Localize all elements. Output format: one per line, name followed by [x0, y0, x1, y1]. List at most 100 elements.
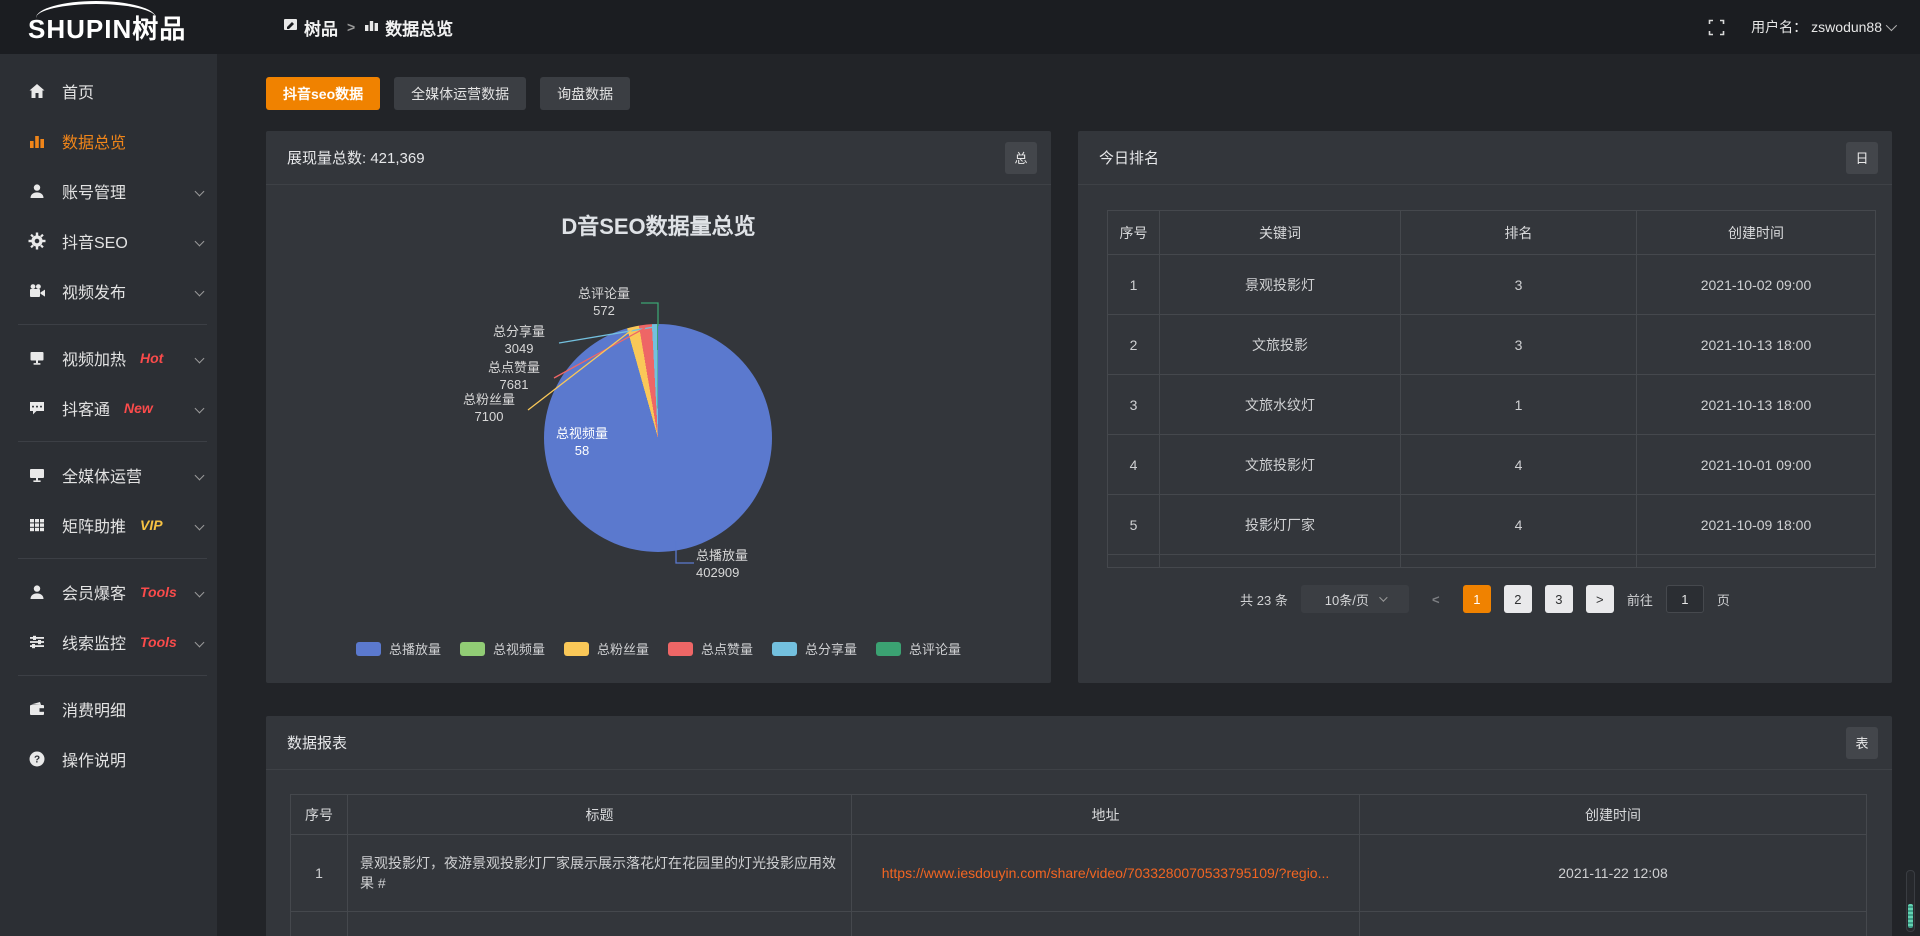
next-page-button[interactable]: >	[1586, 585, 1614, 613]
sidebar-item-media-ops[interactable]: 全媒体运营	[0, 450, 217, 500]
goto-label: 前往	[1627, 590, 1653, 609]
impressions-total: 展现量总数: 421,369	[287, 147, 425, 168]
bar-chart-icon	[27, 132, 47, 150]
fullscreen-icon[interactable]	[1708, 19, 1725, 36]
username-label: 用户名：	[1751, 17, 1807, 37]
tab-media-ops[interactable]: 全媒体运营数据	[394, 77, 526, 110]
chat-bubble-icon	[27, 399, 47, 417]
sidebar-item-account[interactable]: 账号管理	[0, 166, 217, 216]
scrollbar[interactable]	[1906, 870, 1915, 932]
video-title: 景观投影灯，夜游景观投影灯厂家展示展示落花灯在花园里的灯光投影应用效果 #	[348, 835, 852, 912]
col-header: 序号	[291, 795, 348, 835]
page-size-select[interactable]: 10条/页	[1301, 585, 1409, 613]
pie-label-videos: 总视频量58	[544, 425, 620, 459]
chevron-down-icon	[195, 286, 205, 296]
total-count: 共 23 条	[1240, 590, 1288, 609]
table-view-button[interactable]: 表	[1846, 727, 1878, 759]
pie-label-likes: 总点赞量7681	[476, 359, 552, 393]
username-value: zswodun88	[1811, 19, 1882, 35]
table-row[interactable]: 3文旅水纹灯12021-10-13 18:00	[1108, 375, 1876, 435]
prev-page-button[interactable]: <	[1422, 585, 1450, 613]
sidebar: 首页 数据总览 账号管理 抖音SEO 视频发布	[0, 54, 217, 936]
legend-item[interactable]: 总分享量	[772, 639, 857, 658]
badge-hot: Hot	[140, 350, 163, 366]
user-menu[interactable]: 用户名： zswodun88	[1751, 17, 1894, 37]
rank-card-title: 今日排名	[1099, 147, 1159, 168]
table-row[interactable]: 4文旅投影灯42021-10-01 09:00	[1108, 435, 1876, 495]
legend-item[interactable]: 总播放量	[356, 639, 441, 658]
today-rank-card: 今日排名 日 序号 关键词 排名 创建时间	[1078, 131, 1892, 683]
app-root: SHUPIN树品 树品 > 数据总览 用户名： zswodun88	[0, 0, 1920, 936]
pie-label-shares: 总分享量3049	[481, 323, 557, 357]
page-unit-label: 页	[1717, 590, 1730, 609]
chevron-down-icon	[195, 470, 205, 480]
col-header: 创建时间	[1637, 211, 1876, 255]
breadcrumb-root[interactable]: 树品	[283, 15, 338, 40]
shop-icon	[283, 17, 298, 37]
page-button-3[interactable]: 3	[1545, 585, 1573, 613]
video-link[interactable]: https://www.iesdouyin.com/share/video/70…	[862, 865, 1349, 881]
logo[interactable]: SHUPIN树品	[0, 9, 217, 46]
sidebar-item-video-publish[interactable]: 视频发布	[0, 266, 217, 316]
question-circle-icon: ?	[27, 750, 47, 768]
total-view-button[interactable]: 总	[1005, 142, 1037, 174]
day-view-button[interactable]: 日	[1846, 142, 1878, 174]
table-row[interactable]: 1景观投影灯32021-10-02 09:00	[1108, 255, 1876, 315]
topbar-right: 用户名： zswodun88	[1708, 17, 1920, 37]
table-row-empty	[1108, 555, 1876, 568]
report-table: 序号 标题 地址 创建时间 1 景观投影灯，夜游景观投影灯厂家展示展示落花灯在花…	[290, 794, 1867, 936]
monitor-icon	[27, 466, 47, 484]
main-content: 抖音seo数据 全媒体运营数据 询盘数据 展现量总数: 421,369 总 D音…	[217, 54, 1920, 936]
chevron-down-icon	[1886, 20, 1897, 31]
pagination: 共 23 条 10条/页 < 1 2 3 > 前往 页	[1078, 585, 1892, 613]
col-header: 关键词	[1160, 211, 1401, 255]
data-tabs: 抖音seo数据 全媒体运营数据 询盘数据	[266, 77, 1892, 110]
sidebar-item-help[interactable]: ? 操作说明	[0, 734, 217, 784]
tab-inquiry[interactable]: 询盘数据	[540, 77, 630, 110]
tab-douyin-seo[interactable]: 抖音seo数据	[266, 77, 380, 110]
col-header: 创建时间	[1360, 795, 1867, 835]
badge-vip: VIP	[140, 517, 163, 533]
sidebar-item-spend-detail[interactable]: 消费明细	[0, 684, 217, 734]
badge-new: New	[124, 400, 153, 416]
logo-en: SHUPIN	[28, 14, 132, 44]
sidebar-divider	[18, 558, 207, 559]
page-button-2[interactable]: 2	[1504, 585, 1532, 613]
table-row-empty	[291, 912, 1867, 936]
sidebar-item-douyin-seo[interactable]: 抖音SEO	[0, 216, 217, 266]
sidebar-divider	[18, 441, 207, 442]
overview-card: 展现量总数: 421,369 总 D音SEO数据量总览	[266, 131, 1051, 683]
sidebar-item-home[interactable]: 首页	[0, 66, 217, 116]
chart-title: D音SEO数据量总览	[266, 209, 1051, 241]
home-icon	[27, 82, 47, 100]
chevron-down-icon	[1379, 593, 1387, 601]
legend-item[interactable]: 总点赞量	[668, 639, 753, 658]
sidebar-item-douketong[interactable]: 抖客通 New	[0, 383, 217, 433]
col-header: 标题	[348, 795, 852, 835]
sidebar-item-matrix-boost[interactable]: 矩阵助推 VIP	[0, 500, 217, 550]
svg-text:?: ?	[34, 755, 40, 766]
chevron-down-icon	[195, 637, 205, 647]
page-button-1[interactable]: 1	[1463, 585, 1491, 613]
chevron-down-icon	[195, 520, 205, 530]
col-header: 序号	[1108, 211, 1160, 255]
legend-item[interactable]: 总粉丝量	[564, 639, 649, 658]
chevron-down-icon	[195, 353, 205, 363]
sidebar-item-member-burst[interactable]: 会员爆客 Tools	[0, 567, 217, 617]
table-row[interactable]: 1 景观投影灯，夜游景观投影灯厂家展示展示落花灯在花园里的灯光投影应用效果 # …	[291, 835, 1867, 912]
legend-item[interactable]: 总视频量	[460, 639, 545, 658]
report-card-title: 数据报表	[287, 732, 347, 753]
grid-icon	[27, 516, 47, 534]
breadcrumb-current[interactable]: 数据总览	[364, 15, 453, 40]
breadcrumb: 树品 > 数据总览	[283, 15, 453, 40]
sidebar-item-video-heat[interactable]: 视频加热 Hot	[0, 333, 217, 383]
table-row[interactable]: 5投影灯厂家42021-10-09 18:00	[1108, 495, 1876, 555]
table-row[interactable]: 2文旅投影32021-10-13 18:00	[1108, 315, 1876, 375]
scrollbar-thumb[interactable]	[1908, 904, 1913, 928]
legend-item[interactable]: 总评论量	[876, 639, 961, 658]
sidebar-item-data-overview[interactable]: 数据总览	[0, 116, 217, 166]
goto-page-input[interactable]	[1666, 585, 1704, 613]
sidebar-item-lead-monitor[interactable]: 线索监控 Tools	[0, 617, 217, 667]
badge-tools: Tools	[140, 634, 177, 650]
sidebar-divider	[18, 675, 207, 676]
